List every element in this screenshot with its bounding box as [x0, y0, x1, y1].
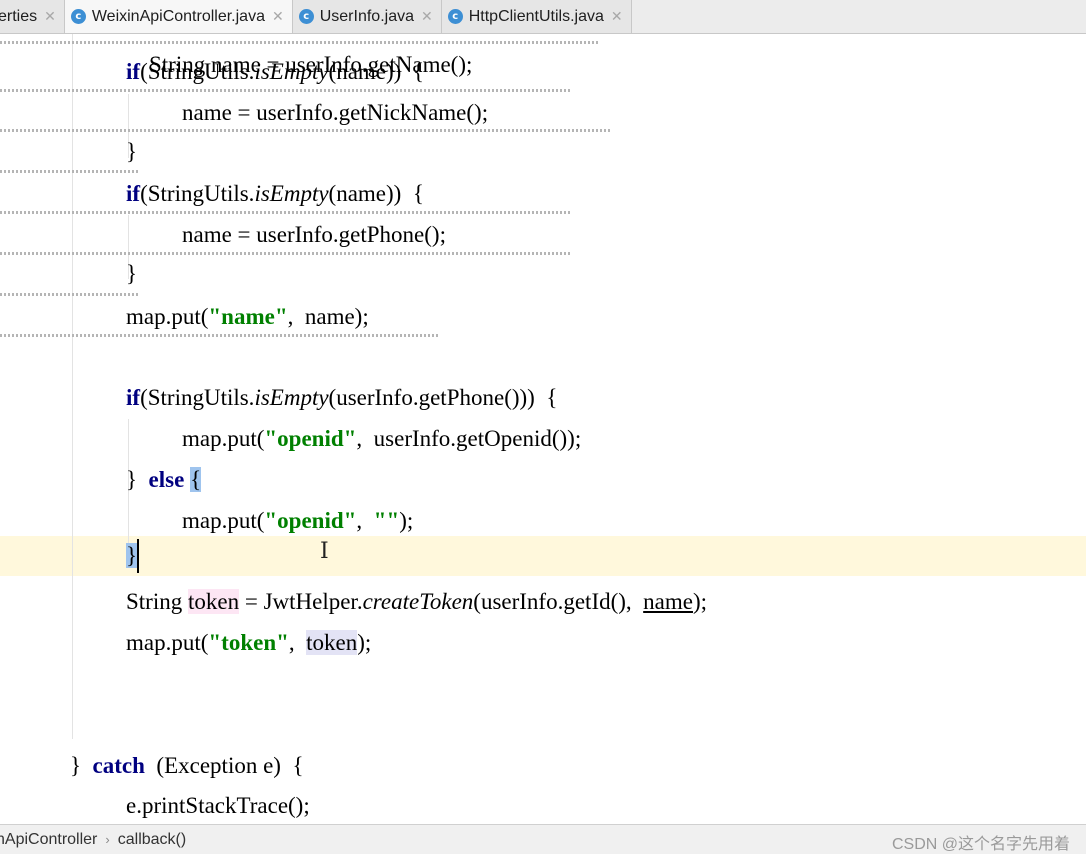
breadcrumb-class[interactable]: nApiController [0, 831, 97, 849]
method-call: isEmpty [254, 385, 329, 410]
code-text: map.put( [126, 304, 209, 329]
code-line: } [126, 259, 137, 289]
code-line: String name = userInfo.getName(); [126, 34, 472, 77]
code-line: if(StringUtils.isEmpty(name)) { [126, 57, 424, 87]
variable-highlight: token [187, 589, 240, 614]
warning-underline [0, 170, 140, 173]
code-text: , [288, 630, 307, 655]
code-text: String [126, 589, 188, 614]
matched-brace: { [190, 467, 202, 492]
code-text: , userInfo.getOpenid()); [356, 426, 582, 451]
code-text: ); [399, 508, 414, 533]
tab-label: WeixinApiController.java [91, 7, 265, 25]
code-text: (StringUtils. [140, 385, 255, 410]
mouse-ibeam-cursor: I [320, 539, 329, 564]
warning-underline [0, 334, 440, 337]
code-text: e.printStackTrace(); [126, 793, 310, 818]
variable-reference: name [643, 589, 693, 614]
string-literal: "openid" [264, 508, 357, 533]
watermark: CSDN @这个名字先用着 [891, 836, 1070, 853]
code-line: map.put("openid", ""); [182, 506, 413, 536]
code-line: } else { [126, 465, 202, 495]
code-text: name = userInfo.getPhone(); [182, 222, 446, 247]
breadcrumb-method[interactable]: callback() [118, 831, 186, 849]
tab-weixinapicontroller[interactable]: c WeixinApiController.java ✕ [64, 0, 293, 33]
code-text: (userInfo.getPhone())) { [328, 385, 558, 410]
code-text: = JwtHelper. [239, 589, 363, 614]
tab-label: HttpClientUtils.java [468, 7, 604, 25]
code-text: (userInfo.getId(), [473, 589, 644, 614]
chevron-right-icon: › [105, 832, 110, 847]
code-text: (name)) { [328, 181, 424, 206]
code-text: (name)) { [328, 59, 424, 84]
close-icon[interactable]: ✕ [421, 8, 433, 25]
text-caret [137, 539, 139, 573]
keyword: else [148, 467, 185, 492]
code-editor[interactable]: String name = userInfo.getName(); if(Str… [0, 34, 1086, 824]
code-line: e.printStackTrace(); [126, 791, 310, 821]
method-call: isEmpty [254, 181, 329, 206]
code-line: } [126, 137, 137, 167]
close-icon[interactable]: ✕ [611, 8, 623, 25]
tab-properties[interactable]: erties ✕ [0, 0, 65, 33]
editor-tab-bar: erties ✕ c WeixinApiController.java ✕ c … [0, 0, 1086, 34]
code-line: name = userInfo.getNickName(); [182, 98, 488, 128]
matched-brace: } [126, 543, 138, 568]
keyword: if [126, 59, 141, 84]
code-text: (Exception e) { [144, 753, 304, 778]
code-line: name = userInfo.getPhone(); [182, 220, 446, 250]
keyword: if [126, 181, 141, 206]
method-call: createToken [362, 589, 474, 614]
breadcrumb-bar: nApiController › callback() CSDN @这个名字先用… [0, 824, 1086, 854]
string-literal: "name" [208, 304, 288, 329]
method-call: isEmpty [254, 59, 329, 84]
code-line: map.put("openid", userInfo.getOpenid()); [182, 424, 581, 454]
code-text: ); [357, 630, 372, 655]
warning-underline [0, 293, 140, 296]
java-class-icon: c [447, 9, 463, 24]
code-text: map.put( [182, 426, 265, 451]
close-icon[interactable]: ✕ [44, 8, 56, 25]
code-text: } [126, 467, 149, 492]
string-literal: "token" [208, 630, 289, 655]
code-line: if(StringUtils.isEmpty(name)) { [126, 179, 424, 209]
java-class-icon: c [298, 9, 314, 24]
string-literal: "openid" [264, 426, 357, 451]
keyword: if [126, 385, 141, 410]
code-text: map.put( [126, 630, 209, 655]
code-text: map.put( [182, 508, 265, 533]
code-text: name = userInfo.getNickName(); [182, 100, 489, 125]
code-text: , name); [287, 304, 369, 329]
code-text: } [126, 261, 138, 286]
code-text: } [70, 753, 93, 778]
string-literal: "" [373, 508, 400, 533]
tab-label: UserInfo.java [319, 7, 414, 25]
code-text: } [126, 139, 138, 164]
code-text: , [356, 508, 374, 533]
close-icon[interactable]: ✕ [272, 8, 284, 25]
tab-label: erties [0, 7, 38, 25]
tab-httpclientutils[interactable]: c HttpClientUtils.java ✕ [441, 0, 632, 33]
code-text: ); [692, 589, 708, 614]
keyword: catch [92, 753, 145, 778]
code-line: } [126, 541, 138, 571]
current-line-highlight [0, 536, 1086, 576]
code-line: } catch (Exception e) { [70, 751, 304, 781]
variable-highlight: token [306, 630, 358, 655]
code-text: (StringUtils. [140, 59, 255, 84]
code-line: map.put("token", token); [126, 628, 371, 658]
warning-underline [0, 89, 570, 92]
indent-guide [72, 34, 73, 739]
code-line: map.put("name", name); [126, 302, 369, 332]
warning-underline [0, 129, 610, 132]
code-line: String token = JwtHelper.createToken(use… [126, 587, 707, 617]
warning-underline [0, 211, 570, 214]
java-class-icon: c [70, 9, 86, 24]
code-line: if(StringUtils.isEmpty(userInfo.getPhone… [126, 383, 557, 413]
code-text: (StringUtils. [140, 181, 255, 206]
warning-underline [0, 252, 570, 255]
tab-userinfo[interactable]: c UserInfo.java ✕ [292, 0, 442, 33]
